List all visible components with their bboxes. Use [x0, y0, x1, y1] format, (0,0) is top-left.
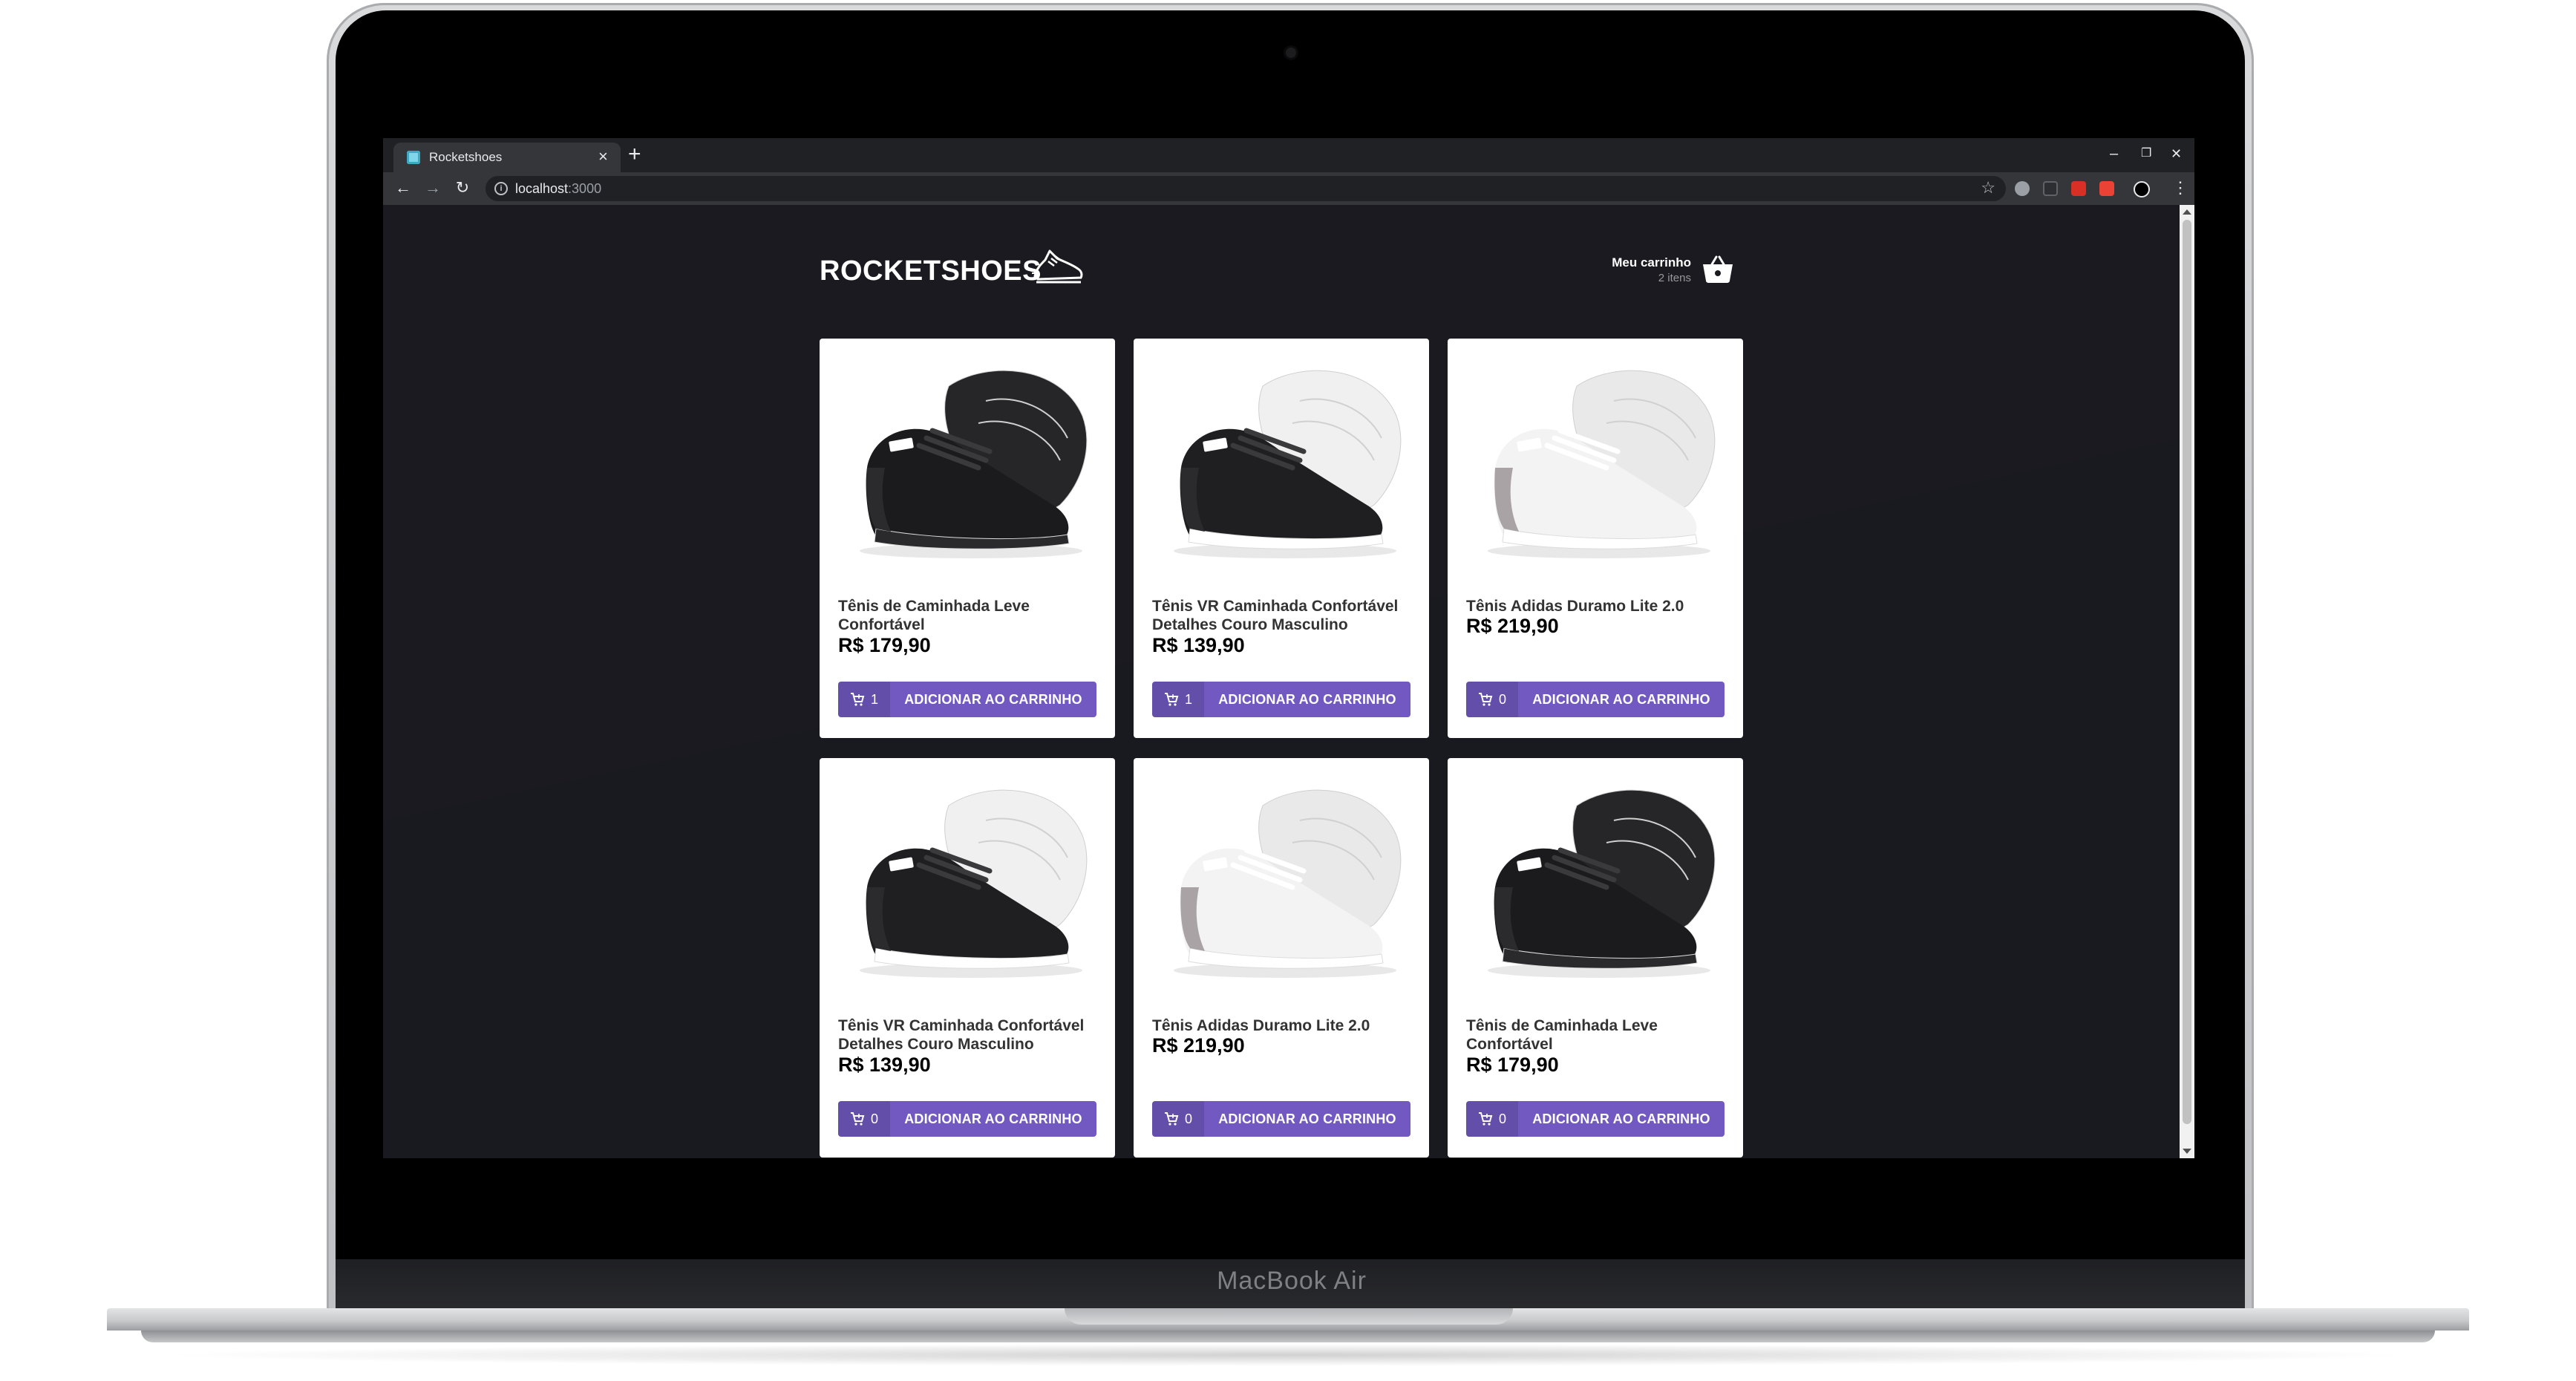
product-title: Tênis VR Caminhada Confortável Detalhes …	[1152, 598, 1399, 633]
product-card: Tênis VR Caminhada Confortável Detalhes …	[820, 758, 1115, 1158]
product-price: R$ 219,90	[1152, 1034, 1245, 1057]
product-image[interactable]	[1465, 356, 1725, 572]
product-title: Tênis de Caminhada Leve Confortável	[838, 598, 1030, 633]
cart-link[interactable]: Meu carrinho 2 itens	[1601, 252, 1734, 297]
product-image[interactable]	[1151, 776, 1411, 991]
profile-avatar[interactable]	[2134, 181, 2150, 197]
add-to-cart-button[interactable]: 0 ADICIONAR AO CARRINHO	[1152, 1101, 1410, 1137]
product-image[interactable]	[837, 356, 1097, 572]
laptop-shadow	[156, 1344, 2420, 1366]
scroll-up-arrow-icon[interactable]	[2183, 209, 2191, 215]
cart-amount: 1	[838, 682, 890, 717]
cart-amount: 0	[1466, 682, 1518, 717]
cart-amount: 0	[838, 1101, 890, 1137]
tab-close-icon[interactable]: ×	[598, 147, 608, 166]
scroll-down-arrow-icon[interactable]	[2183, 1149, 2191, 1154]
add-to-cart-label: ADICIONAR AO CARRINHO	[1218, 692, 1396, 707]
url-host: localhost	[515, 181, 569, 196]
product-price: R$ 139,90	[838, 1054, 931, 1076]
product-title: Tênis Adidas Duramo Lite 2.0	[1466, 598, 1684, 615]
extension-red-icon[interactable]	[2071, 181, 2086, 196]
add-to-cart-button[interactable]: 1 ADICIONAR AO CARRINHO	[1152, 682, 1410, 717]
product-card: Tênis de Caminhada Leve Confortável R$ 1…	[820, 339, 1115, 738]
minimize-button[interactable]: –	[2110, 143, 2118, 165]
close-window-button[interactable]: ✕	[2171, 143, 2182, 165]
add-shopping-cart-icon	[1479, 693, 1493, 706]
browser-menu-icon[interactable]: ⋮	[2172, 177, 2188, 199]
cart-amount-value: 1	[1185, 692, 1193, 707]
cart-amount-value: 0	[1185, 1111, 1193, 1126]
address-bar[interactable]: i localhost:3000 ☆	[486, 176, 2006, 201]
url-text: localhost:3000	[515, 181, 601, 197]
product-price: R$ 219,90	[1466, 615, 1559, 637]
restore-button[interactable]: ❐	[2141, 143, 2151, 165]
product-card: Tênis VR Caminhada Confortável Detalhes …	[1134, 339, 1429, 738]
sneaker-logo-icon	[1032, 249, 1083, 284]
product-card: Tênis Adidas Duramo Lite 2.0 R$ 219,90 0…	[1134, 758, 1429, 1158]
product-image[interactable]	[837, 776, 1097, 991]
browser-toolbar: ← → ↻ i localhost:3000 ☆ ⋮	[383, 172, 2194, 205]
add-shopping-cart-icon	[851, 1112, 865, 1126]
product-list: Tênis de Caminhada Leve Confortável R$ 1…	[820, 339, 1743, 1158]
laptop-base-bottom	[141, 1331, 2435, 1342]
add-to-cart-label: ADICIONAR AO CARRINHO	[904, 1111, 1082, 1126]
cart-item-count: 2 itens	[1658, 272, 1691, 284]
favicon-icon	[407, 151, 420, 164]
cart-amount: 0	[1152, 1101, 1204, 1137]
add-shopping-cart-icon	[851, 693, 865, 706]
scrollbar-thumb[interactable]	[2183, 220, 2191, 1124]
tab-title: Rocketshoes	[429, 150, 503, 164]
cart-amount-value: 0	[1499, 1111, 1507, 1126]
bookmark-star-icon[interactable]: ☆	[1981, 178, 1995, 197]
reload-button[interactable]: ↻	[451, 177, 474, 199]
shopping-basket-icon	[1703, 255, 1733, 283]
laptop-notch	[1065, 1308, 1513, 1325]
webcam	[1286, 48, 1296, 58]
extension-window-icon[interactable]	[2043, 181, 2058, 196]
add-to-cart-button[interactable]: 0 ADICIONAR AO CARRINHO	[1466, 682, 1725, 717]
url-port: :3000	[568, 181, 602, 196]
cart-amount: 0	[1466, 1101, 1518, 1137]
product-title: Tênis Adidas Duramo Lite 2.0	[1152, 1017, 1370, 1034]
product-price: R$ 179,90	[838, 634, 931, 656]
add-to-cart-button[interactable]: 0 ADICIONAR AO CARRINHO	[838, 1101, 1096, 1137]
extension-shield-icon[interactable]	[2015, 181, 2030, 196]
cart-amount-value: 1	[871, 692, 879, 707]
product-card: Tênis de Caminhada Leve Confortável R$ 1…	[1448, 758, 1743, 1158]
back-button[interactable]: ←	[392, 177, 414, 199]
product-card: Tênis Adidas Duramo Lite 2.0 R$ 219,90 0…	[1448, 339, 1743, 738]
logo-text[interactable]: ROCKETSHOES	[820, 255, 1042, 287]
product-title: Tênis de Caminhada Leve Confortável	[1466, 1017, 1658, 1053]
site-info-icon[interactable]: i	[494, 182, 508, 195]
browser-window: Rocketshoes × + – ❐ ✕ ← → ↻ i localhost:…	[383, 138, 2194, 1158]
page-viewport: ROCKETSHOES Meu carrinho 2 itens Tênis d…	[383, 205, 2180, 1158]
add-to-cart-label: ADICIONAR AO CARRINHO	[1532, 692, 1710, 707]
product-image[interactable]	[1465, 776, 1725, 991]
product-image[interactable]	[1151, 356, 1411, 572]
tab-rocketshoes[interactable]: Rocketshoes ×	[393, 143, 621, 172]
extension-pdf-icon[interactable]	[2099, 181, 2114, 196]
forward-button[interactable]: →	[422, 177, 444, 199]
page-scrollbar[interactable]	[2180, 205, 2194, 1158]
product-price: R$ 139,90	[1152, 634, 1245, 656]
add-to-cart-button[interactable]: 1 ADICIONAR AO CARRINHO	[838, 682, 1096, 717]
laptop-brand-label: MacBook Air	[1217, 1267, 1367, 1295]
product-title: Tênis VR Caminhada Confortável Detalhes …	[838, 1017, 1085, 1053]
tab-bar: Rocketshoes × + – ❐ ✕	[383, 138, 2194, 172]
cart-amount-value: 0	[871, 1111, 879, 1126]
add-to-cart-label: ADICIONAR AO CARRINHO	[1218, 1111, 1396, 1126]
add-shopping-cart-icon	[1165, 1112, 1179, 1126]
add-to-cart-button[interactable]: 0 ADICIONAR AO CARRINHO	[1466, 1101, 1725, 1137]
cart-title: Meu carrinho	[1612, 255, 1691, 270]
add-to-cart-label: ADICIONAR AO CARRINHO	[1532, 1111, 1710, 1126]
cart-amount: 1	[1152, 682, 1204, 717]
add-to-cart-label: ADICIONAR AO CARRINHO	[904, 692, 1082, 707]
cart-amount-value: 0	[1499, 692, 1507, 707]
new-tab-button[interactable]: +	[628, 141, 641, 168]
add-shopping-cart-icon	[1165, 693, 1179, 706]
add-shopping-cart-icon	[1479, 1112, 1493, 1126]
product-price: R$ 179,90	[1466, 1054, 1559, 1076]
